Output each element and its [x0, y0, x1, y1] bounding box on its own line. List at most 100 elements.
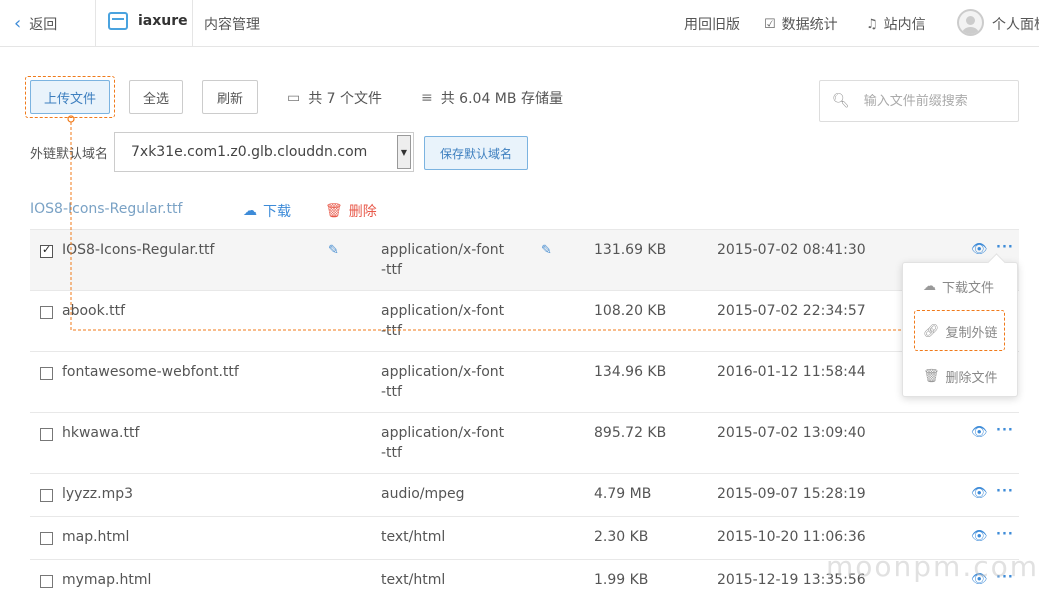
row-checkbox[interactable] [40, 306, 53, 319]
row-checkbox[interactable] [40, 428, 53, 441]
panel-link[interactable]: 个人面板 [992, 14, 1039, 34]
old-version-label: 用回旧版 [684, 17, 740, 33]
file-count-label: 共 7 个文件 [308, 91, 383, 107]
messages-label: 站内信 [883, 17, 926, 33]
chart-icon: ☑ [764, 16, 776, 32]
file-size: 134.96 KB [594, 364, 667, 380]
preview-eye-icon[interactable]: 👁︎ [971, 486, 988, 501]
refresh-button[interactable]: 刷新 [202, 80, 258, 114]
file-date: 2015-07-02 13:09:40 [717, 425, 866, 441]
search-icon: 🔍︎ [832, 93, 850, 109]
bell-icon: ♫ [866, 16, 878, 32]
file-type: application/x-font -ttf [381, 364, 505, 400]
cloud-download-icon: ☁ [243, 203, 257, 219]
messages-link[interactable]: ♫ 站内信 [866, 14, 926, 34]
stats-link[interactable]: ☑ 数据统计 [764, 14, 838, 34]
selected-file-name: IOS8-Icons-Regular.ttf [30, 201, 183, 217]
download-button[interactable]: ☁ 下载 [243, 201, 291, 221]
storage-label: 共 6.04 MB 存储量 [440, 91, 563, 107]
bucket-icon [108, 12, 128, 30]
delete-label: 删除 [348, 204, 377, 220]
file-size: 131.69 KB [594, 242, 667, 258]
more-options-icon[interactable]: ··· [996, 527, 1014, 542]
file-type: application/x-font -ttf [381, 425, 505, 461]
cloud-download-icon: ☁ [923, 279, 936, 294]
file-count: ▭ 共 7 个文件 [287, 88, 382, 108]
trash-icon: 🗑︎ [325, 203, 343, 219]
bucket-name: iaxure [138, 13, 188, 29]
folder-icon: ▭ [287, 90, 301, 106]
menu-download-label: 下载文件 [942, 281, 995, 296]
search-input[interactable] [863, 93, 1014, 109]
domain-select[interactable]: 7xk31e.com1.z0.glb.clouddn.com ▼ [114, 132, 414, 172]
more-options-icon[interactable]: ··· [996, 240, 1014, 255]
file-date: 2015-07-02 08:41:30 [717, 242, 866, 258]
menu-delete-file[interactable]: 🗑︎ 删除文件 [903, 367, 1019, 386]
divider [192, 0, 193, 46]
row-checkbox[interactable] [40, 243, 53, 258]
row-checkbox[interactable] [40, 532, 53, 545]
chevron-left-icon: ‹ [14, 13, 22, 34]
copy-link-highlight [914, 310, 1005, 351]
top-bar: ‹ 返回 iaxure 内容管理 用回旧版 ☑ 数据统计 ♫ 站内信 个人面板 [0, 0, 1039, 47]
row-checkbox[interactable] [40, 367, 53, 380]
file-size: 2.30 KB [594, 529, 649, 545]
preview-eye-icon[interactable]: 👁︎ [971, 529, 988, 544]
file-type: text/html [381, 572, 446, 588]
preview-eye-icon[interactable]: 👁︎ [971, 242, 988, 257]
row-checkbox[interactable] [40, 575, 53, 588]
chevron-down-icon[interactable]: ▼ [397, 135, 411, 169]
back-label: 返回 [29, 17, 58, 33]
file-name: hkwawa.ttf [62, 425, 140, 441]
divider [95, 0, 96, 46]
search-box[interactable]: 🔍︎ [819, 80, 1019, 122]
edit-type-icon[interactable]: ✎ [541, 243, 552, 258]
menu-download-file[interactable]: ☁ 下载文件 [903, 277, 1019, 296]
download-label: 下载 [263, 204, 291, 220]
file-date: 2015-09-07 15:28:19 [717, 486, 866, 502]
file-name: IOS8-Icons-Regular.ttf [62, 242, 215, 258]
preview-eye-icon[interactable]: 👁︎ [971, 425, 988, 440]
file-type: text/html [381, 529, 446, 545]
database-icon: ≡ [421, 90, 433, 106]
select-all-button[interactable]: 全选 [129, 80, 183, 114]
avatar[interactable] [957, 9, 984, 36]
back-button[interactable]: ‹ 返回 [14, 14, 57, 34]
table-row[interactable]: hkwawa.ttf application/x-font -ttf 895.72… [30, 412, 1019, 473]
file-name: fontawesome-webfont.ttf [62, 364, 239, 380]
file-date: 2016-01-12 11:58:44 [717, 364, 866, 380]
file-size: 4.79 MB [594, 486, 652, 502]
file-size: 1.99 KB [594, 572, 649, 588]
row-checkbox[interactable] [40, 489, 53, 502]
file-date: 2015-10-20 11:06:36 [717, 529, 866, 545]
old-version-link[interactable]: 用回旧版 [684, 14, 740, 34]
watermark: moonpm.com [826, 550, 1039, 583]
more-options-icon[interactable]: ··· [996, 423, 1014, 438]
file-type: application/x-font -ttf [381, 303, 505, 339]
bucket-switcher[interactable]: iaxure [108, 12, 188, 30]
file-name: mymap.html [62, 572, 152, 588]
menu-delete-label: 删除文件 [945, 371, 998, 386]
edit-name-icon[interactable]: ✎ [328, 243, 339, 258]
storage-usage: ≡ 共 6.04 MB 存储量 [421, 88, 563, 108]
file-type: audio/mpeg [381, 486, 465, 502]
stats-label: 数据统计 [781, 17, 838, 33]
trash-icon: 🗑︎ [923, 369, 940, 384]
delete-button[interactable]: 🗑︎ 删除 [325, 201, 377, 221]
table-row[interactable]: fontawesome-webfont.ttf application/x-fo… [30, 351, 1019, 412]
table-row[interactable]: abook.ttf application/x-font -ttf 108.20 … [30, 290, 1019, 351]
upload-highlight [25, 76, 115, 118]
domain-label: 外链默认域名 [30, 147, 109, 162]
file-size: 895.72 KB [594, 425, 667, 441]
file-type: application/x-font -ttf [381, 242, 505, 278]
file-size: 108.20 KB [594, 303, 667, 319]
table-row[interactable]: lyyzz.mp3 audio/mpeg 4.79 MB 2015-09-07 … [30, 473, 1019, 516]
panel-label: 个人面板 [992, 17, 1039, 33]
file-name: lyyzz.mp3 [62, 486, 134, 502]
more-options-icon[interactable]: ··· [996, 484, 1014, 499]
save-domain-button[interactable]: 保存默认域名 [424, 136, 528, 170]
file-name: map.html [62, 529, 130, 545]
domain-value: 7xk31e.com1.z0.glb.clouddn.com [131, 144, 368, 160]
table-row[interactable]: IOS8-Icons-Regular.ttf ✎ application/x-f… [30, 229, 1019, 290]
file-name: abook.ttf [62, 303, 126, 319]
